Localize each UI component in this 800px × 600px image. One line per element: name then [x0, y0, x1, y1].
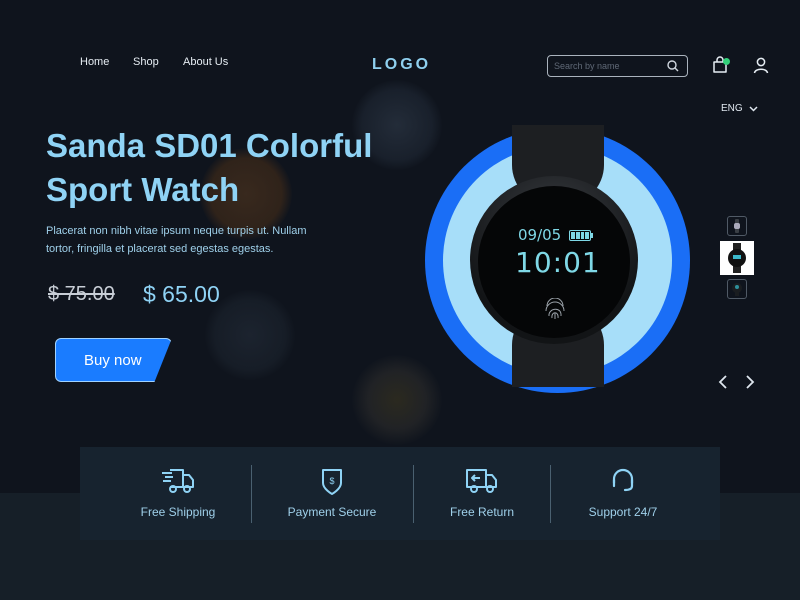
- user-icon[interactable]: [752, 56, 770, 74]
- feature-free-shipping: Free Shipping: [138, 447, 218, 540]
- search-input[interactable]: [554, 61, 664, 71]
- feature-support: Support 24/7: [585, 447, 661, 540]
- feature-label: Support 24/7: [588, 505, 658, 519]
- truck-return-icon: [466, 469, 497, 493]
- chevron-right-icon: [746, 375, 755, 389]
- prev-arrow-button[interactable]: [718, 374, 728, 395]
- headset-icon: [612, 468, 634, 492]
- language-selector[interactable]: ENG: [721, 103, 758, 114]
- thumbnail-watch-top[interactable]: [727, 279, 747, 299]
- watch-date: 09/05: [518, 226, 562, 244]
- divider: [550, 465, 551, 523]
- logo[interactable]: LOGO: [372, 56, 431, 74]
- watch-top-icon: [732, 283, 742, 296]
- svg-text:$: $: [329, 476, 334, 486]
- current-price: $ 65.00: [143, 281, 220, 307]
- feature-label: Free Shipping: [140, 505, 216, 519]
- divider: [413, 465, 414, 523]
- next-arrow-button[interactable]: [745, 374, 755, 395]
- product-title-line1: Sanda SD01 Colorful: [46, 127, 373, 164]
- battery-icon: [569, 230, 591, 241]
- nav-home[interactable]: Home: [80, 56, 109, 68]
- divider: [251, 465, 252, 523]
- watch-side-icon: [734, 219, 740, 233]
- chevron-down-icon: [749, 105, 758, 112]
- watch-time: 10:01: [515, 246, 601, 279]
- product-title-line2: Sport Watch: [46, 171, 240, 208]
- features-bar: Free Shipping $ Payment Secure Free Retu…: [80, 447, 720, 540]
- fingerprint-icon: [545, 298, 565, 319]
- cart-notification-dot: [723, 58, 730, 65]
- feature-free-return: Free Return: [448, 447, 516, 540]
- background-watch-image: [352, 355, 442, 445]
- product-description: Placerat non nibh vitae ipsum neque turp…: [46, 225, 307, 255]
- battery-cap: [591, 233, 593, 238]
- thumbnail-watch-front[interactable]: [720, 241, 754, 275]
- chevron-left-icon: [718, 375, 727, 389]
- feature-label: Free Return: [449, 505, 515, 519]
- feature-label: Payment Secure: [287, 505, 377, 519]
- product-title: Sanda SD01 Colorful Sport Watch: [46, 124, 406, 212]
- language-label: ENG: [721, 103, 743, 114]
- thumbnail-watch-side[interactable]: [727, 216, 747, 236]
- truck-fast-icon: [162, 469, 194, 493]
- search-icon[interactable]: [667, 60, 679, 72]
- feature-payment-secure: $ Payment Secure: [286, 447, 378, 540]
- nav-about-us[interactable]: About Us: [183, 56, 228, 68]
- buy-now-button[interactable]: Buy now: [55, 338, 172, 382]
- old-price: $ 75.00: [48, 283, 115, 305]
- search-box: [547, 55, 688, 77]
- shield-dollar-icon: $: [322, 469, 342, 495]
- watch-front-icon: [728, 243, 746, 273]
- nav-shop[interactable]: Shop: [133, 56, 159, 68]
